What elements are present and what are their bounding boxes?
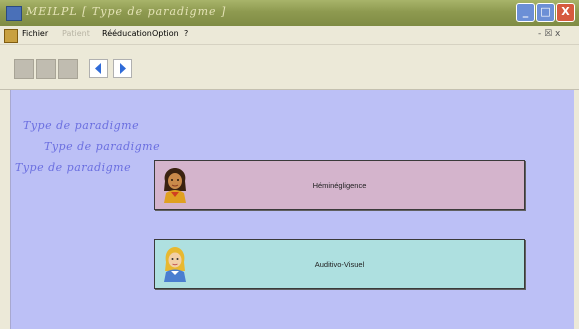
document-menu-icon[interactable] — [4, 29, 18, 43]
main-panel: Type de paradigme Type de paradigme Type… — [10, 90, 574, 329]
title-bar[interactable]: MEILPL [ Type de paradigme ] _ □ X — [0, 0, 579, 26]
paradigm-heading-3: Type de paradigme — [15, 161, 132, 174]
heminegligence-button[interactable]: Héminégligence — [154, 160, 525, 210]
maximize-button[interactable]: □ — [536, 3, 555, 22]
auditivo-visuel-button[interactable]: Auditivo-Visuel — [154, 239, 525, 289]
app-icon — [6, 6, 22, 21]
heminegligence-label: Héminégligence — [312, 180, 367, 190]
close-button[interactable]: X — [556, 3, 575, 22]
mdi-window-controls[interactable]: - ☒ x — [538, 29, 560, 39]
menu-help[interactable]: ? — [184, 29, 188, 38]
menu-bar: Fichier Patient Rééducation Option ? - ☒… — [0, 26, 579, 45]
menu-fichier[interactable]: Fichier — [22, 29, 48, 38]
application-window: MEILPL [ Type de paradigme ] _ □ X Fichi… — [0, 0, 579, 329]
forward-arrow-icon[interactable] — [113, 59, 132, 78]
paradigm-heading-1: Type de paradigme — [23, 119, 140, 132]
toolbar — [0, 45, 579, 90]
back-arrow-icon[interactable] — [89, 59, 108, 78]
auditivo-visuel-label: Auditivo-Visuel — [314, 259, 365, 269]
menu-option[interactable]: Option — [152, 29, 179, 38]
print-icon[interactable] — [58, 59, 78, 79]
document-icon[interactable] — [14, 59, 34, 79]
menu-reeducation[interactable]: Rééducation — [102, 29, 152, 38]
minimize-button[interactable]: _ — [516, 3, 535, 22]
paradigm-heading-2: Type de paradigme — [44, 140, 161, 153]
menu-patient: Patient — [62, 29, 90, 38]
window-title: MEILPL [ Type de paradigme ] — [26, 5, 227, 18]
folder-icon[interactable] — [36, 59, 56, 79]
